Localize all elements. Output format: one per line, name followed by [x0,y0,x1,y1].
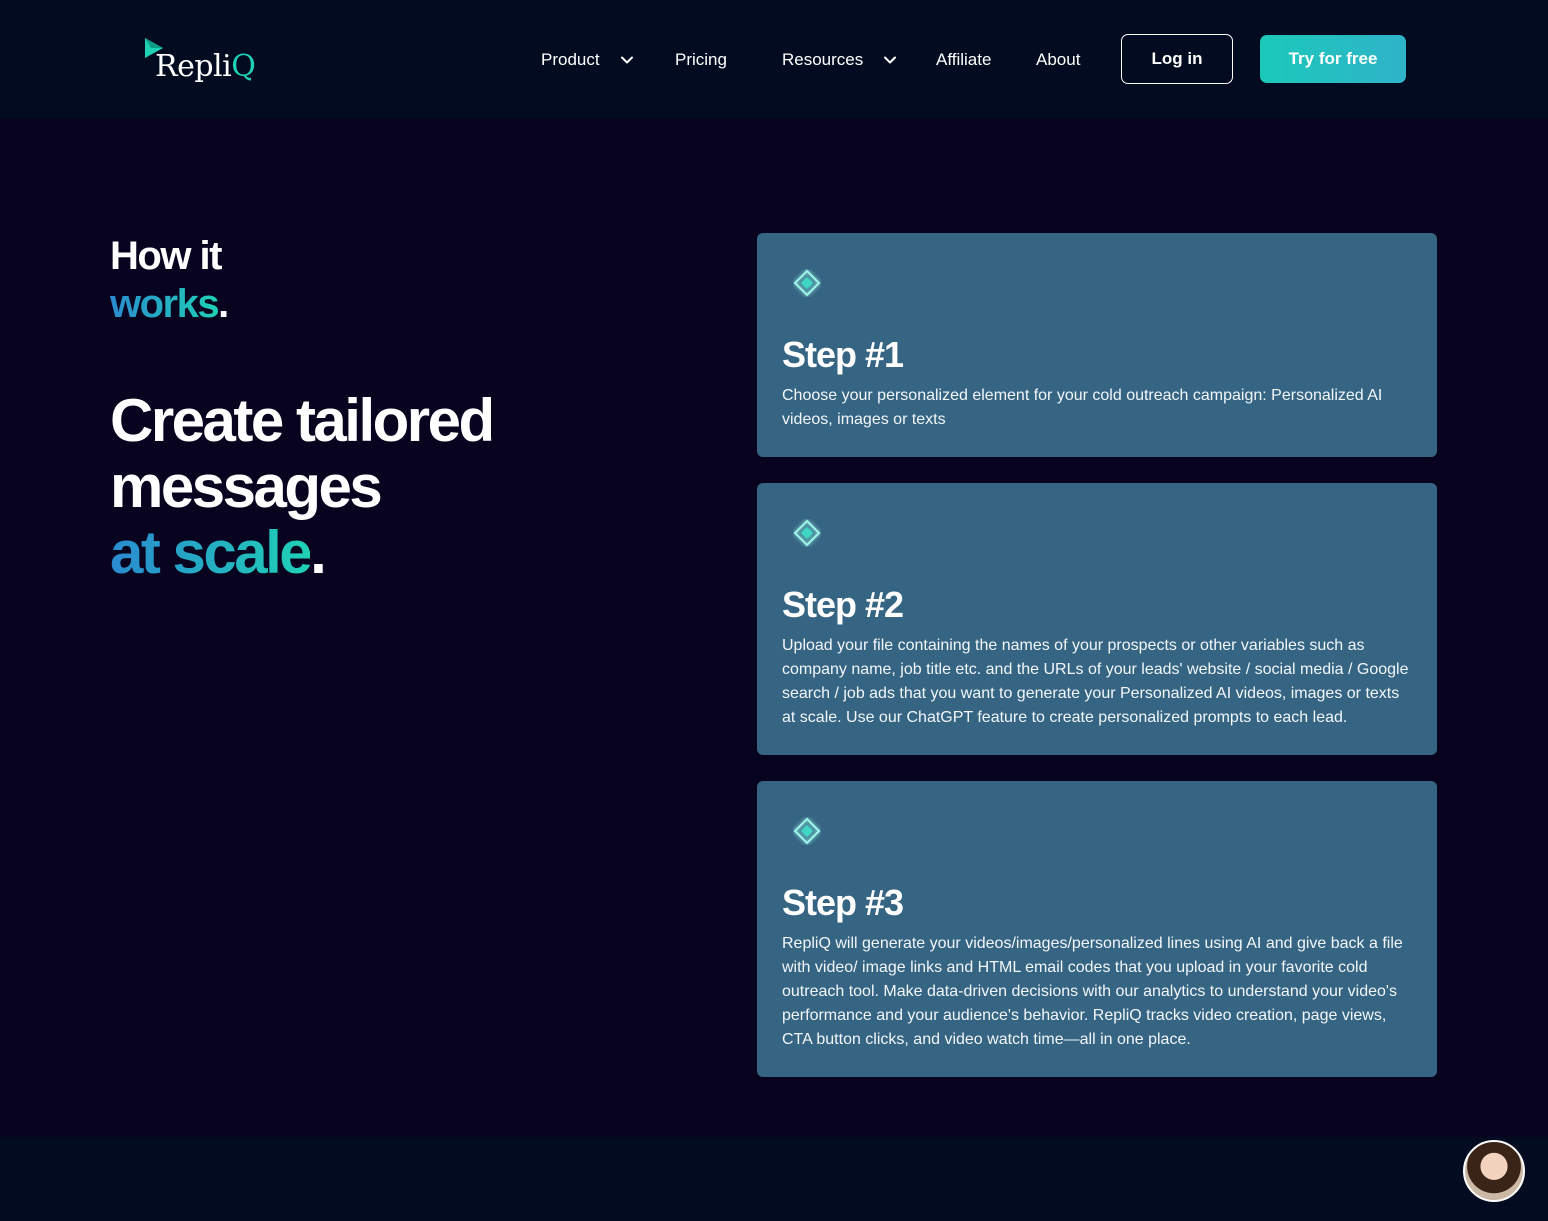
headline-accent: at scale [110,519,313,586]
nav-item-label: Product [541,50,600,69]
headline-dot: . [310,519,327,586]
nav-item-label: Resources [782,50,864,69]
logo-text-accent: Q [231,49,256,84]
nav-item-product[interactable]: Product [541,44,634,76]
nav-item-label: Affiliate [936,50,992,69]
chevron-down-icon [620,56,633,64]
step-description: RepliQ will generate your videos/images/… [782,935,1403,1048]
page: Repli Q Product Pricing Resources Affilia… [0,0,1548,1221]
section-kicker: How it works. [110,232,229,328]
step-title: Step #2 [782,584,904,625]
top-navbar: Repli Q Product Pricing Resources Affilia… [0,0,1548,118]
nav-item-about[interactable]: About [1036,44,1080,76]
nav-item-label: Pricing [675,50,727,69]
step-title: Step #3 [782,882,904,923]
step-title: Step #1 [782,334,904,375]
chat-support-avatar[interactable] [1463,1140,1525,1202]
step-description: Choose your personalized element for you… [782,387,1383,428]
chevron-down-icon [884,56,897,64]
headline-line-3: at scale. [110,520,650,586]
step-card-3: Step #3 RepliQ will generate your videos… [757,781,1437,1077]
nav-item-pricing[interactable]: Pricing [675,44,727,76]
try-for-free-button[interactable]: Try for free [1260,35,1406,83]
nav-item-resources[interactable]: Resources [782,44,897,76]
diamond-icon [793,817,821,845]
replIQ-logo[interactable]: Repli Q [143,36,256,84]
section-headline: Create tailored messages at scale. [110,388,650,586]
kicker-accent: works [110,282,220,326]
step-description: Upload your file containing the names of… [782,637,1409,726]
kicker-dot: . [218,282,229,326]
headline-line-2: messages [110,453,383,520]
login-button[interactable]: Log in [1121,34,1233,84]
step-card-1: Step #1 Choose your personalized element… [757,233,1437,457]
next-section-band [0,1137,1548,1221]
diamond-icon [793,519,821,547]
nav-item-affiliate[interactable]: Affiliate [936,44,991,76]
play-arrow-icon [145,38,163,58]
nav-item-label: About [1036,50,1081,69]
headline-line-1: Create tailored [110,387,495,454]
diamond-icon [793,269,821,297]
step-card-2: Step #2 Upload your file containing the … [757,483,1437,755]
kicker-line-1: How it [110,234,222,278]
kicker-line-2: works. [110,280,229,328]
